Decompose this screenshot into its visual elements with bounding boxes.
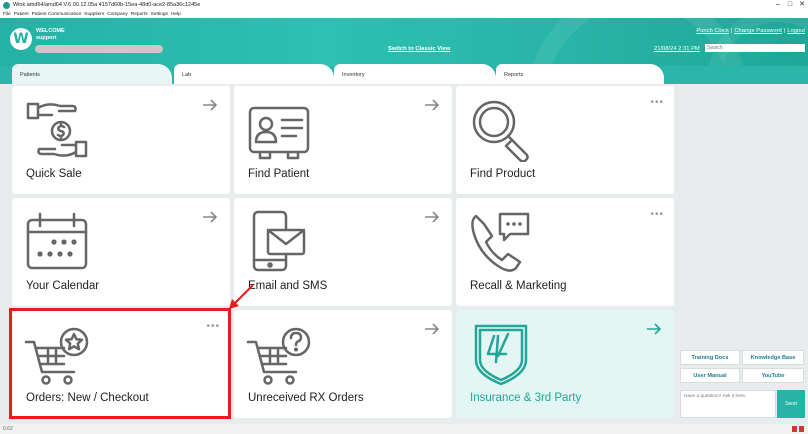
tile-label: Quick Sale <box>26 168 82 180</box>
training-docs-button[interactable]: Training Docs <box>680 350 740 365</box>
tab-label: Lab <box>182 72 192 78</box>
tile-label: Unreceived RX Orders <box>248 392 364 404</box>
app-header: W WELCOME support Switch to Classic View… <box>0 18 808 66</box>
tab-patients[interactable]: Patients <box>12 64 172 84</box>
tile-insurance-3rd-party[interactable]: Insurance & 3rd Party <box>456 310 674 418</box>
tile-recall-marketing[interactable]: ••• Recall & Marketing <box>456 198 674 306</box>
switch-classic-view-link[interactable]: Switch to Classic View <box>388 46 450 52</box>
welcome-text: WELCOME support <box>36 28 65 41</box>
tile-label: Your Calendar <box>26 280 100 292</box>
menu-help[interactable]: Help <box>171 12 181 17</box>
menu-patient-communication[interactable]: Patient Communication <box>32 12 82 17</box>
tile-unreceived-rx-orders[interactable]: Unreceived RX Orders <box>234 310 452 418</box>
annotation-arrow-icon <box>229 284 254 309</box>
menu-suppliers[interactable]: Suppliers <box>84 12 104 17</box>
tile-label: Find Patient <box>248 168 310 180</box>
shield-icon <box>474 324 528 386</box>
header-decoration <box>708 18 808 66</box>
tile-label: Recall & Marketing <box>470 280 567 292</box>
tile-find-product[interactable]: ••• Find Product <box>456 86 674 194</box>
send-button[interactable]: Send <box>777 390 805 418</box>
tab-label: Reports <box>504 72 524 78</box>
maximize-icon[interactable]: □ <box>784 0 796 10</box>
user-role: support <box>36 34 57 41</box>
punch-clock-link[interactable]: Punch Clock <box>696 28 729 34</box>
tile-label: Find Product <box>470 168 536 180</box>
youtube-button[interactable]: YouTube <box>742 368 804 383</box>
tile-label: Email and SMS <box>248 280 328 292</box>
tab-lab[interactable]: Lab <box>174 64 334 84</box>
wink-logo: W <box>10 28 32 50</box>
status-flags <box>792 426 804 432</box>
menu-file[interactable]: File <box>3 12 11 17</box>
menu-patient[interactable]: Patient <box>14 12 29 17</box>
arrow-right-icon[interactable] <box>202 210 218 224</box>
link-separator: | <box>783 28 786 34</box>
search-input[interactable] <box>705 44 805 52</box>
close-icon[interactable]: ✕ <box>796 0 808 10</box>
id-card-icon <box>248 106 310 160</box>
hand-dollar-icon <box>26 102 88 158</box>
change-password-link[interactable]: Change Password <box>734 28 781 34</box>
tile-your-calendar[interactable]: Your Calendar <box>12 198 230 306</box>
phone-chat-icon <box>471 212 530 272</box>
tile-find-patient[interactable]: Find Patient <box>234 86 452 194</box>
ask-question-input[interactable]: Have a question? Ask it here. <box>680 390 776 418</box>
version-text: 0.62 <box>3 426 13 432</box>
magnifier-icon <box>472 100 529 162</box>
tab-label: Inventory <box>342 72 365 78</box>
status-bar: 0.62 <box>0 424 808 434</box>
arrow-right-icon[interactable] <box>424 98 440 112</box>
menu-company[interactable]: Company <box>107 12 128 17</box>
redacted-username <box>35 45 163 53</box>
current-datetime: 21/08/24 2:31 PM <box>654 46 700 52</box>
phone-mail-icon <box>252 210 306 272</box>
tab-reports[interactable]: Reports <box>496 64 664 84</box>
arrow-right-icon[interactable] <box>202 98 218 112</box>
tab-inventory[interactable]: Inventory <box>334 64 496 84</box>
user-manual-button[interactable]: User Manual <box>680 368 740 383</box>
arrow-right-icon[interactable] <box>424 322 440 336</box>
link-separator: | <box>730 28 733 34</box>
title-bar: Wink amd64/amd64 V.6.00.12.05a 4157d60b-… <box>0 0 808 10</box>
arrow-right-icon[interactable] <box>424 210 440 224</box>
calendar-icon <box>26 212 88 270</box>
flag-icon <box>792 426 797 432</box>
more-options-icon[interactable]: ••• <box>650 210 664 220</box>
welcome-label: WELCOME <box>36 28 65 34</box>
arrow-right-icon[interactable] <box>646 322 662 336</box>
tab-label: Patients <box>20 72 40 78</box>
tile-label: Insurance & 3rd Party <box>470 392 582 404</box>
menu-settings[interactable]: Settings <box>151 12 168 17</box>
tile-email-and-sms[interactable]: Email and SMS <box>234 198 452 306</box>
knowledge-base-button[interactable]: Knowledge Base <box>742 350 804 365</box>
window-title: Wink amd64/amd64 V.6.00.12.05a 4157d60b-… <box>13 2 201 8</box>
logout-link[interactable]: Logout <box>787 28 805 34</box>
menu-bar: File Patient Patient Communication Suppl… <box>0 10 808 18</box>
more-options-icon[interactable]: ••• <box>650 98 664 108</box>
minimize-icon[interactable]: – <box>772 0 784 10</box>
flag-icon <box>799 426 804 432</box>
menu-reports[interactable]: Reports <box>131 12 148 17</box>
highlight-box <box>9 308 231 419</box>
tile-quick-sale[interactable]: Quick Sale <box>12 86 230 194</box>
top-links: Punch Clock | Change Password | Logout <box>696 28 805 34</box>
cart-question-icon <box>246 327 311 385</box>
app-icon <box>3 1 10 9</box>
